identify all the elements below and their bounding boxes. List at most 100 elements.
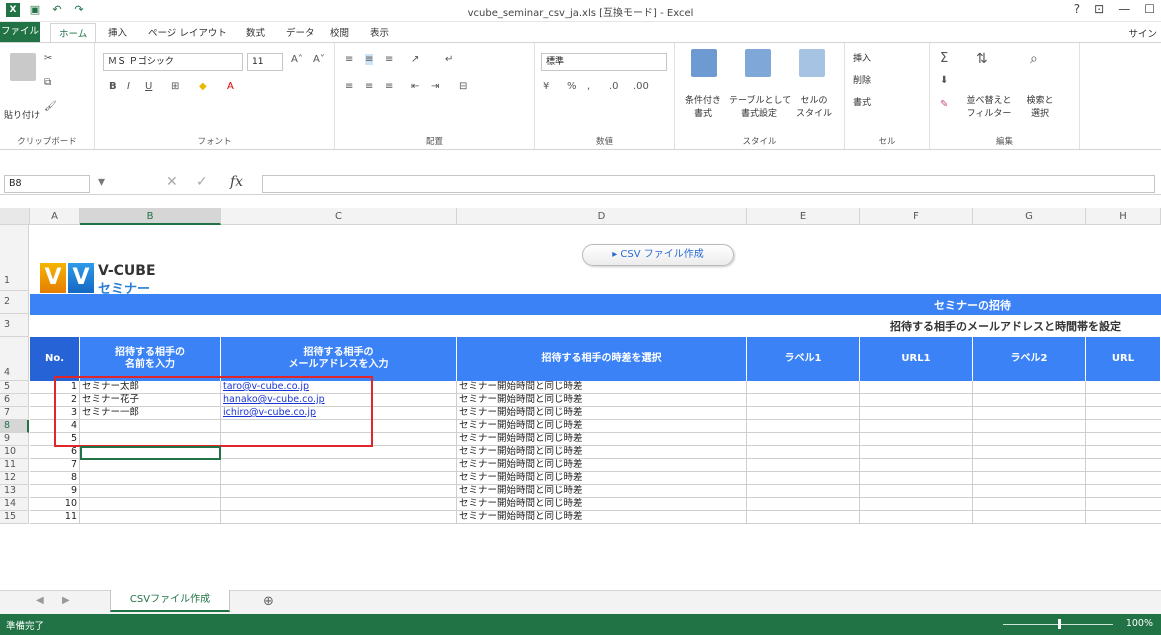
cell-email[interactable] [221,459,457,472]
cell-email[interactable] [221,485,457,498]
row-header[interactable]: 13 [0,485,29,498]
find-select-icon[interactable]: ⌕ [1030,51,1038,67]
align-middle-icon[interactable]: ≡ [365,54,374,65]
cell-no[interactable]: 11 [30,511,80,524]
row-header[interactable]: 10 [0,446,29,459]
add-sheet-icon[interactable]: ⊕ [263,594,274,609]
wrap-text-icon[interactable]: ↵ [445,54,453,65]
cell-timezone[interactable]: セミナー開始時間と同じ時差 [457,446,747,459]
cell-email[interactable] [221,446,457,459]
row-header[interactable]: 4 [0,337,29,381]
row-header[interactable]: 15 [0,511,29,524]
fill-color-icon[interactable]: ◆ [199,81,207,92]
cell-styles-icon[interactable] [799,49,825,77]
align-top-icon[interactable]: ≡ [345,54,353,65]
tab-insert[interactable]: 挿入 [108,25,127,39]
merge-center-icon[interactable]: ⊟ [459,81,467,92]
ribbon-display-button[interactable]: ⊡ [1094,2,1104,16]
selected-cell-b8[interactable] [80,446,221,460]
column-header-h[interactable]: H [1086,208,1161,225]
tab-data[interactable]: データ [286,25,315,39]
bold-icon[interactable]: B [109,81,117,92]
cell-name[interactable] [80,498,221,511]
tab-view[interactable]: 表示 [370,25,389,39]
insert-cells-button[interactable]: 挿入 [853,51,871,64]
create-csv-button[interactable]: ▸ CSV ファイル作成 [582,244,734,266]
increase-decimal-icon[interactable]: .0 [609,81,619,92]
cell-no[interactable]: 9 [30,485,80,498]
cell-timezone[interactable]: セミナー開始時間と同じ時差 [457,420,747,433]
next-sheet-icon[interactable]: ▶ [62,595,70,606]
conditional-formatting-icon[interactable] [691,49,717,77]
tab-file[interactable]: ファイル [0,22,40,42]
shrink-font-icon[interactable]: A˅ [313,54,325,65]
tab-review[interactable]: 校閲 [330,25,349,39]
column-header-a[interactable]: A [30,208,80,225]
autosum-icon[interactable]: Σ [940,51,948,66]
cell-timezone[interactable]: セミナー開始時間と同じ時差 [457,472,747,485]
column-header-f[interactable]: F [860,208,973,225]
align-bottom-icon[interactable]: ≡ [385,54,393,65]
align-right-icon[interactable]: ≡ [385,81,393,92]
help-button[interactable]: ? [1074,2,1080,16]
cell-no[interactable]: 6 [30,446,80,459]
row-header[interactable]: 12 [0,472,29,485]
cell-email[interactable] [221,498,457,511]
fill-icon[interactable]: ⬇ [940,75,948,86]
column-header-c[interactable]: C [221,208,457,225]
cell-email[interactable] [221,472,457,485]
cell-timezone[interactable]: セミナー開始時間と同じ時差 [457,433,747,446]
cell-no[interactable]: 7 [30,459,80,472]
minimize-button[interactable]: — [1118,2,1130,16]
cell-email[interactable] [221,511,457,524]
cut-icon[interactable]: ✂ [44,53,52,64]
tab-page-layout[interactable]: ページ レイアウト [148,25,227,39]
column-header-d[interactable]: D [457,208,747,225]
name-dropdown-icon[interactable]: ▾ [98,174,105,190]
grow-font-icon[interactable]: A˄ [291,54,303,65]
cell-timezone[interactable]: セミナー開始時間と同じ時差 [457,485,747,498]
row-header[interactable]: 14 [0,498,29,511]
enter-icon[interactable]: ✓ [196,174,208,190]
zoom-level[interactable]: 100% [1126,618,1153,629]
sheet-tab-csv[interactable]: CSVファイル作成 [110,590,230,612]
format-cells-button[interactable]: 書式 [853,95,871,108]
percent-icon[interactable]: % [567,81,577,92]
cell-name[interactable] [80,459,221,472]
orientation-icon[interactable]: ↗ [411,54,419,65]
underline-icon[interactable]: U [145,81,152,92]
decrease-decimal-icon[interactable]: .00 [633,81,649,92]
cell-no[interactable]: 10 [30,498,80,511]
cell-name[interactable] [80,472,221,485]
italic-icon[interactable]: I [127,81,130,92]
row-header[interactable]: 11 [0,459,29,472]
clear-icon[interactable]: ✎ [940,99,948,110]
row-header[interactable]: 2 [0,291,29,314]
cell-timezone[interactable]: セミナー開始時間と同じ時差 [457,511,747,524]
row-header[interactable]: 5 [0,381,29,394]
row-header[interactable]: 7 [0,407,29,420]
decrease-indent-icon[interactable]: ⇤ [411,81,419,92]
font-name-select[interactable]: ＭＳ Ｐゴシック [103,53,243,71]
cancel-icon[interactable]: ✕ [166,174,178,190]
sort-filter-icon[interactable]: ⇅ [976,51,988,67]
align-left-icon[interactable]: ≡ [345,81,353,92]
column-header-g[interactable]: G [973,208,1086,225]
comma-icon[interactable]: , [587,81,590,92]
cell-timezone[interactable]: セミナー開始時間と同じ時差 [457,407,747,420]
column-header-e[interactable]: E [747,208,860,225]
cell-timezone[interactable]: セミナー開始時間と同じ時差 [457,381,747,394]
cell-timezone[interactable]: セミナー開始時間と同じ時差 [457,394,747,407]
tab-formulas[interactable]: 数式 [246,25,265,39]
column-header-b[interactable]: B [80,208,221,225]
row-header[interactable]: 6 [0,394,29,407]
font-color-icon[interactable]: A [227,81,234,92]
cell-name[interactable] [80,511,221,524]
cell-name[interactable] [80,485,221,498]
sign-in-link[interactable]: サイン [1128,26,1157,40]
name-box[interactable]: B8 [4,175,90,193]
delete-cells-button[interactable]: 削除 [853,73,871,86]
format-painter-icon[interactable]: 🖌 [44,101,57,112]
cell-timezone[interactable]: セミナー開始時間と同じ時差 [457,498,747,511]
zoom-slider-knob[interactable] [1058,619,1061,629]
